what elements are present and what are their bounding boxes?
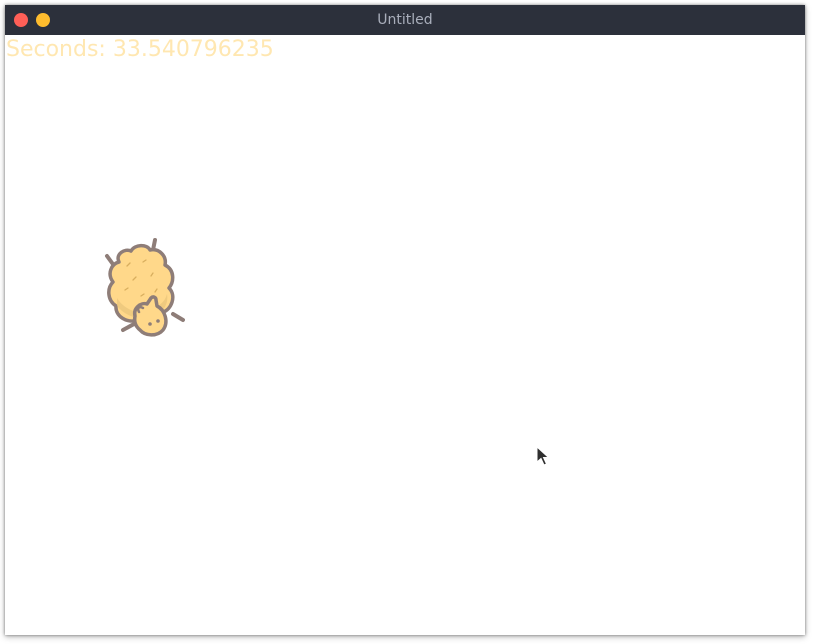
game-canvas[interactable]: Seconds: 33.540796235 [5, 35, 805, 635]
app-window: Untitled Seconds: 33.540796235 [5, 5, 805, 635]
sheep-sprite-icon [105, 238, 185, 337]
seconds-timer: Seconds: 33.540796235 [6, 37, 274, 62]
arrow-pointer-icon [536, 446, 550, 466]
title-bar[interactable]: Untitled [5, 5, 805, 35]
window-title: Untitled [377, 12, 433, 28]
